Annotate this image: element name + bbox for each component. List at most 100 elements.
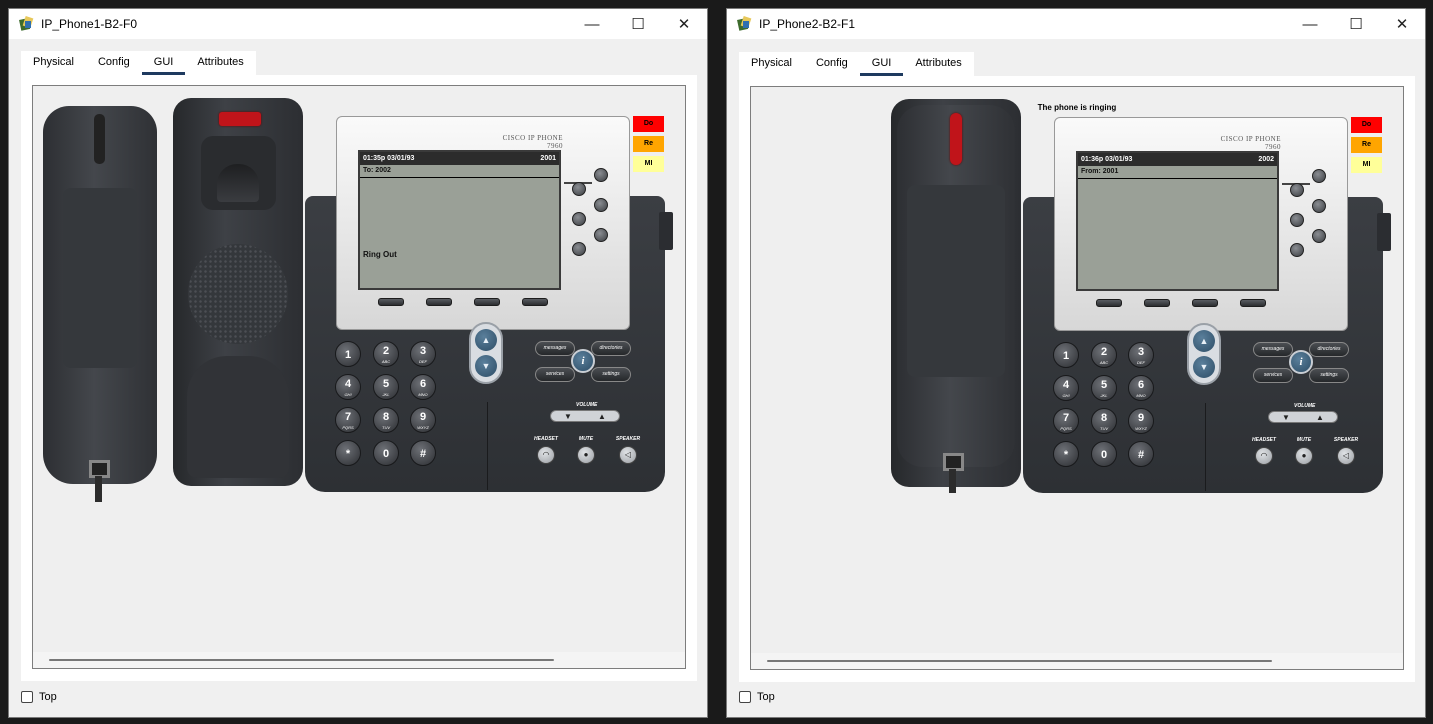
key-4[interactable]: 4 GHI <box>1053 375 1079 401</box>
soft-key-3[interactable] <box>1192 299 1218 307</box>
key-2[interactable]: 2 ABC <box>373 341 399 367</box>
line-button-3[interactable] <box>594 198 608 212</box>
key-6[interactable]: 6 MNO <box>1128 375 1154 401</box>
info-button[interactable]: i <box>1289 350 1313 374</box>
services-button[interactable]: services <box>535 367 575 382</box>
title-bar[interactable]: IP_Phone2-B2-F1 — ☐ ✕ <box>727 9 1425 39</box>
soft-key-4[interactable] <box>1240 299 1266 307</box>
dnd-button[interactable]: Do <box>1351 117 1382 133</box>
line-button-5[interactable] <box>1312 229 1326 243</box>
directories-button[interactable]: directories <box>1309 342 1349 357</box>
key-3[interactable]: 3 DEF <box>410 341 436 367</box>
key-5[interactable]: 5 JKL <box>373 374 399 400</box>
line-button-6[interactable] <box>1290 243 1304 257</box>
handset-on-hook[interactable] <box>897 105 1015 467</box>
key-7[interactable]: 7 PQRS <box>335 407 361 433</box>
line-button-1[interactable] <box>594 168 608 182</box>
soft-key-3[interactable] <box>474 298 500 306</box>
key-4[interactable]: 4 GHI <box>335 374 361 400</box>
volume-rocker[interactable]: ▼ ▲ <box>1268 411 1338 423</box>
nav-down-button[interactable]: ▼ <box>1193 356 1215 378</box>
nav-up-button[interactable]: ▲ <box>475 329 497 351</box>
mute-button[interactable]: ● <box>577 446 595 464</box>
key-star[interactable]: * <box>335 440 361 466</box>
close-button[interactable]: ✕ <box>1379 9 1425 39</box>
minimize-button[interactable]: — <box>1287 9 1333 39</box>
key-8[interactable]: 8 TUV <box>373 407 399 433</box>
scrollbar-thumb[interactable] <box>767 660 1272 662</box>
volume-down-icon[interactable]: ▼ <box>1282 413 1290 422</box>
mute-button[interactable]: ● <box>1295 447 1313 465</box>
key-1[interactable]: 1 <box>335 341 361 367</box>
nav-down-button[interactable]: ▼ <box>475 355 497 377</box>
volume-up-icon[interactable]: ▲ <box>1316 413 1324 422</box>
key-2[interactable]: 2 ABC <box>1091 342 1117 368</box>
close-button[interactable]: ✕ <box>661 9 707 39</box>
re-button[interactable]: Re <box>633 136 664 152</box>
messages-button[interactable]: messages <box>535 341 575 356</box>
tab-attributes[interactable]: Attributes <box>185 51 255 75</box>
soft-key-2[interactable] <box>426 298 452 306</box>
horizontal-scrollbar[interactable] <box>33 652 685 668</box>
tab-attributes[interactable]: Attributes <box>903 52 973 76</box>
line-button-4[interactable] <box>1290 213 1304 227</box>
messages-button[interactable]: messages <box>1253 342 1293 357</box>
services-button[interactable]: services <box>1253 368 1293 383</box>
key-6[interactable]: 6 MNO <box>410 374 436 400</box>
minimize-button[interactable]: — <box>569 9 615 39</box>
line-button-1[interactable] <box>1312 169 1326 183</box>
key-hash[interactable]: # <box>1128 441 1154 467</box>
line-button-2[interactable] <box>572 182 586 196</box>
key-9[interactable]: 9 WXYZ <box>410 407 436 433</box>
settings-button[interactable]: settings <box>1309 368 1349 383</box>
top-option[interactable]: Top <box>21 691 57 703</box>
line-button-2[interactable] <box>1290 183 1304 197</box>
key-0[interactable]: 0 <box>1091 441 1117 467</box>
handset-lifted[interactable] <box>43 106 157 484</box>
top-option[interactable]: Top <box>739 691 775 703</box>
line-button-4[interactable] <box>572 212 586 226</box>
info-button[interactable]: i <box>571 349 595 373</box>
tab-config[interactable]: Config <box>804 52 860 76</box>
top-checkbox[interactable] <box>739 691 751 703</box>
key-0[interactable]: 0 <box>373 440 399 466</box>
volume-up-icon[interactable]: ▲ <box>598 412 606 421</box>
horizontal-scrollbar[interactable] <box>751 653 1403 669</box>
soft-key-1[interactable] <box>378 298 404 306</box>
re-button[interactable]: Re <box>1351 137 1382 153</box>
tab-gui[interactable]: GUI <box>859 52 904 76</box>
line-button-6[interactable] <box>572 242 586 256</box>
key-7[interactable]: 7 PQRS <box>1053 408 1079 434</box>
scrollbar-thumb[interactable] <box>49 659 554 661</box>
title-bar[interactable]: IP_Phone1-B2-F0 — ☐ ✕ <box>9 9 707 39</box>
mi-button[interactable]: MI <box>1351 157 1382 173</box>
top-checkbox[interactable] <box>21 691 33 703</box>
soft-key-1[interactable] <box>1096 299 1122 307</box>
soft-key-2[interactable] <box>1144 299 1170 307</box>
mi-button[interactable]: MI <box>633 156 664 172</box>
nav-up-button[interactable]: ▲ <box>1193 330 1215 352</box>
key-5[interactable]: 5 JKL <box>1091 375 1117 401</box>
key-star[interactable]: * <box>1053 441 1079 467</box>
tab-gui[interactable]: GUI <box>141 51 186 75</box>
key-hash[interactable]: # <box>410 440 436 466</box>
key-9[interactable]: 9 WXYZ <box>1128 408 1154 434</box>
dnd-button[interactable]: Do <box>633 116 664 132</box>
maximize-button[interactable]: ☐ <box>615 9 661 39</box>
key-8[interactable]: 8 TUV <box>1091 408 1117 434</box>
volume-rocker[interactable]: ▼ ▲ <box>550 410 620 422</box>
headset-button[interactable]: ◠ <box>537 446 555 464</box>
directories-button[interactable]: directories <box>591 341 631 356</box>
speaker-button[interactable]: ◁ <box>619 446 637 464</box>
tab-physical[interactable]: Physical <box>21 51 86 75</box>
maximize-button[interactable]: ☐ <box>1333 9 1379 39</box>
settings-button[interactable]: settings <box>591 367 631 382</box>
tab-physical[interactable]: Physical <box>739 52 804 76</box>
volume-down-icon[interactable]: ▼ <box>564 412 572 421</box>
tab-config[interactable]: Config <box>86 51 142 75</box>
line-button-3[interactable] <box>1312 199 1326 213</box>
headset-button[interactable]: ◠ <box>1255 447 1273 465</box>
key-1[interactable]: 1 <box>1053 342 1079 368</box>
speaker-button[interactable]: ◁ <box>1337 447 1355 465</box>
line-button-5[interactable] <box>594 228 608 242</box>
